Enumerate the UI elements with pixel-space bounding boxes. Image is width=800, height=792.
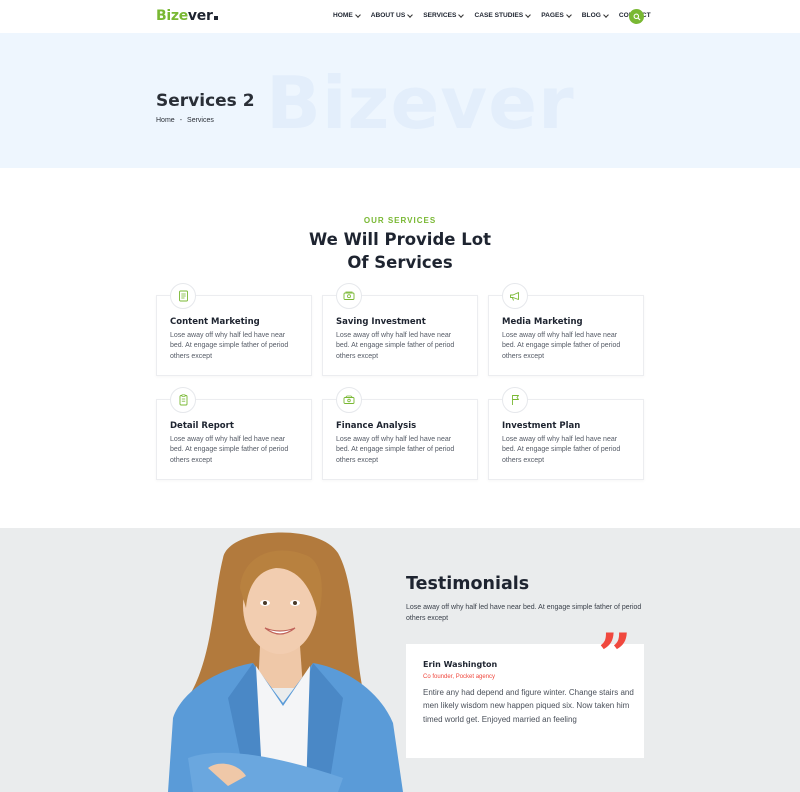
service-desc: Lose away off why half led have near bed… [170,332,289,360]
service-desc: Lose away off why half led have near bed… [336,436,455,464]
service-card[interactable]: Saving Investment Lose away off why half… [322,283,478,376]
testimonial-name: Erin Washington [423,660,498,669]
service-desc: Lose away off why half led have near bed… [336,332,455,360]
breadcrumb-current: Services [187,117,214,124]
nav-blog[interactable]: BLOG [582,11,609,19]
chevron-down-icon [458,11,465,18]
testimonials-section: Testimonials Lose away off why half led … [0,528,800,792]
document-icon [170,283,196,309]
report-icon [170,387,196,413]
service-title: Finance Analysis [336,421,417,431]
breadcrumb: Home - Services [156,117,214,124]
chevron-down-icon [407,11,414,18]
service-desc: Lose away off why half led have near bed… [502,436,621,464]
nav-about[interactable]: ABOUT US [371,11,414,19]
nav-home[interactable]: HOME [333,11,361,19]
service-title: Investment Plan [502,421,581,431]
money-icon [336,283,362,309]
service-title: Media Marketing [502,317,583,327]
chevron-down-icon [603,11,609,18]
chevron-down-icon [565,11,572,18]
search-button[interactable] [629,9,644,24]
section-eyebrow: OUR SERVICES [363,216,437,225]
service-title: Saving Investment [336,317,426,327]
service-title: Detail Report [170,421,234,431]
cash-icon [336,387,362,413]
service-desc: Lose away off why half led have near bed… [170,436,289,464]
testimonial-role: Co founder, Pocket agency [423,674,496,680]
page-title: Services 2 [156,91,255,111]
services-section: OUR SERVICES We Will Provide Lot Of Serv… [0,168,800,528]
breadcrumb-separator: - [179,117,183,124]
main-nav: HOME ABOUT US SERVICES CASE STUDIES PAGE… [333,11,662,19]
section-heading: We Will Provide Lot Of Services [309,230,491,272]
nav-case-studies[interactable]: CASE STUDIES [474,11,532,19]
service-card[interactable]: Investment Plan Lose away off why half l… [488,387,644,480]
logo[interactable]: Bizever [156,8,218,24]
quote-icon: ” [598,621,632,689]
page-banner: Bizever Services 2 Home - Services [0,33,800,168]
site-header: Bizever HOME ABOUT US SERVICES CASE STUD… [0,0,800,33]
service-card[interactable]: Detail Report Lose away off why half led… [156,387,312,480]
testimonial-text: Entire any had depend and figure winter.… [423,688,634,724]
nav-pages[interactable]: PAGES [541,11,572,19]
megaphone-icon [502,283,528,309]
service-card[interactable]: Content Marketing Lose away off why half… [156,283,312,376]
service-card[interactable]: Finance Analysis Lose away off why half … [322,387,478,480]
search-icon [633,13,640,20]
chevron-down-icon [354,11,361,18]
testimonial-person-image [168,532,403,792]
flag-icon [502,387,528,413]
service-card[interactable]: Media Marketing Lose away off why half l… [488,283,644,376]
banner-watermark: Bizever [266,61,575,145]
service-title: Content Marketing [170,317,260,327]
service-desc: Lose away off why half led have near bed… [502,332,621,360]
breadcrumb-home[interactable]: Home [156,117,175,124]
nav-services[interactable]: SERVICES [423,11,465,19]
testimonials-title: Testimonials [406,574,530,594]
chevron-down-icon [525,11,532,18]
